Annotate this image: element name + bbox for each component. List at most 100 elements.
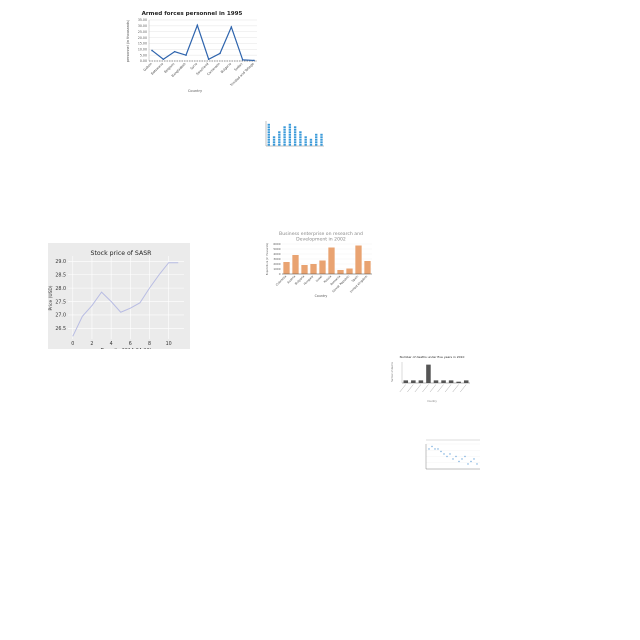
x-tick-label: Hungary	[303, 274, 315, 286]
data-point	[196, 24, 199, 27]
scatter-point	[464, 455, 466, 458]
bar-segment	[283, 128, 286, 131]
x-tick-mark	[460, 384, 467, 393]
x-tick-label: 6	[129, 341, 132, 347]
scatter-point	[443, 453, 445, 455]
x-axis-label: Country	[315, 294, 328, 298]
bar-segment	[293, 143, 297, 146]
x-axis-label: Country	[427, 400, 437, 403]
x-tick-label: 8	[148, 341, 151, 347]
bar-segment	[283, 136, 286, 139]
bar	[337, 270, 344, 274]
scatter-point	[470, 460, 472, 463]
chart-title: Number of deaths under five years in 201…	[400, 355, 465, 359]
data-point	[207, 58, 210, 61]
y-tick-label: 1000	[273, 267, 280, 271]
bar-segment	[278, 138, 281, 141]
chart-svg: Number of deaths under five years in 201…	[391, 355, 470, 403]
bar	[301, 265, 308, 274]
x-tick-label: 0	[71, 341, 74, 347]
scatter-point	[428, 448, 430, 450]
bar-segment	[288, 136, 292, 139]
chart-title-line-1: Business enterprise on research and	[279, 231, 363, 237]
bar-segment	[315, 141, 318, 144]
bar-segment	[304, 143, 307, 146]
y-tick-label: 30.00	[138, 24, 147, 28]
bar-segment	[267, 123, 270, 126]
y-tick-label: 26.5	[55, 326, 66, 332]
y-axis-label: Number of deaths	[391, 361, 394, 382]
x-tick-label: 2	[90, 341, 93, 347]
scatter-point	[458, 460, 460, 463]
y-axis-label: Expenditure (in thousands)	[266, 243, 269, 276]
data-point	[219, 52, 221, 55]
x-tick-label: Syria	[190, 62, 199, 71]
x-tick-mark	[407, 384, 414, 393]
tiny-bar-chart	[258, 113, 338, 153]
bar-segment	[288, 133, 292, 136]
y-tick-label: 25.00	[138, 30, 147, 34]
chart-svg: Business enterprise on research andDevel…	[266, 231, 372, 298]
bar-segment	[283, 133, 286, 136]
y-tick-label: 28.0	[55, 286, 66, 292]
bar-segment	[278, 136, 281, 139]
y-tick-label: 5.00	[140, 53, 147, 57]
scatter-point	[431, 445, 433, 448]
scatter-point	[449, 453, 451, 455]
y-tick-label: 3000	[273, 257, 280, 261]
data-point	[162, 58, 165, 61]
chart-title: Stock price of SASR	[91, 250, 153, 257]
chart-svg: Armed forces personnel in 1995 0.00 5.00 10…	[126, 11, 257, 93]
bar-segment	[299, 131, 302, 134]
y-tick-label: 5000	[273, 247, 280, 251]
bar-segment	[288, 131, 292, 134]
bar	[346, 268, 353, 274]
bar-segment	[315, 136, 318, 139]
bar-segment	[299, 133, 302, 136]
bar-segment	[293, 138, 297, 141]
y-axis-label: personnel (in thousands)	[126, 19, 130, 62]
bar	[328, 247, 335, 274]
bar-segment	[288, 143, 292, 146]
bar-segment	[288, 123, 292, 126]
x-axis-label: Country	[188, 89, 203, 93]
bar-segment	[278, 131, 281, 134]
bar-segment	[283, 126, 286, 129]
bar-segment	[267, 141, 270, 144]
data-point	[230, 26, 233, 28]
y-tick-label: 10.00	[138, 47, 147, 51]
deaths-chart: Number of deaths under five years in 201…	[390, 352, 472, 404]
y-tick-label: 35.00	[138, 18, 147, 22]
x-tick-mark	[452, 384, 459, 393]
bar-segment	[320, 136, 323, 139]
scatter-point	[473, 458, 475, 460]
bar	[411, 380, 416, 383]
data-point	[241, 59, 244, 61]
bar-segment	[304, 138, 307, 141]
y-tick-label: 28.5	[55, 273, 66, 279]
bar-segment	[309, 138, 313, 141]
bar-segment	[315, 133, 318, 136]
bar	[292, 255, 299, 274]
bar-segment	[267, 131, 270, 134]
chart-svg: Stock price of SASR 26.5 27.0 27.5 28.0 28.5 2…	[48, 250, 184, 349]
y-tick-label: 4000	[273, 252, 280, 256]
x-axis-label: Days (in 2014-04-26)	[100, 348, 151, 349]
stock-price-chart: Stock price of SASR 26.5 27.0 27.5 28.0 28.5 2…	[48, 243, 190, 349]
x-tick-label: Colombia	[275, 274, 288, 287]
chart-title-line-2: Development in 2002	[296, 237, 346, 243]
bar-segment	[288, 126, 292, 129]
chart-title: Armed forces personnel in 1995	[142, 11, 243, 17]
bar	[441, 380, 446, 383]
data-point	[151, 49, 153, 52]
series-line	[72, 262, 179, 337]
bar-segment	[299, 141, 302, 144]
bar-segment	[267, 143, 270, 146]
x-tick-mark	[414, 384, 422, 393]
x-tick-label: Sudan	[233, 62, 243, 72]
y-tick-label: 20.00	[138, 36, 147, 40]
data-point	[253, 59, 255, 62]
bar	[448, 380, 454, 383]
bar-segment	[315, 138, 318, 141]
bar-segment	[283, 143, 286, 146]
